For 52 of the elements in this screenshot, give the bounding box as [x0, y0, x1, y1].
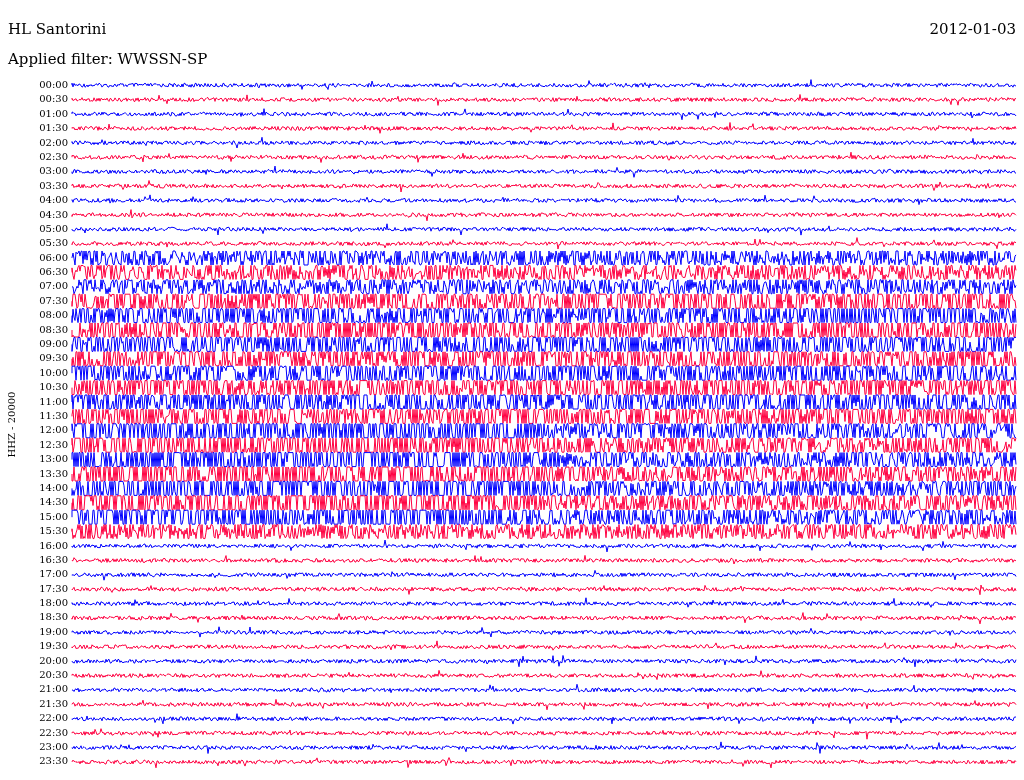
time-label: 21:30	[38, 696, 68, 711]
filter-label: Applied filter: WWSSN-SP	[8, 50, 208, 68]
time-label: 20:30	[38, 668, 68, 682]
time-label: 06:30	[38, 265, 68, 280]
time-label: 08:30	[38, 322, 68, 337]
time-label: 11:00	[38, 394, 68, 409]
time-label: 11:30	[38, 409, 68, 423]
time-label: 02:00	[38, 135, 68, 150]
time-label: 07:00	[38, 279, 68, 294]
time-label: 10:30	[38, 380, 68, 395]
axis-label: HHZ - 20000	[6, 391, 18, 457]
time-label: 12:00	[38, 423, 68, 438]
time-label: 21:00	[38, 682, 68, 697]
time-label: 02:30	[38, 149, 68, 164]
time-label: 22:00	[38, 711, 68, 726]
time-label: 00:00	[38, 78, 68, 92]
time-label: 01:30	[38, 121, 68, 136]
time-label: 06:00	[38, 250, 68, 265]
time-label: 04:30	[38, 207, 68, 222]
time-label: 09:00	[38, 337, 68, 352]
time-label: 17:30	[38, 581, 68, 596]
time-label: 22:30	[38, 725, 68, 740]
time-label: 19:00	[38, 624, 68, 639]
time-label: 10:00	[38, 365, 68, 380]
time-label: 05:30	[38, 236, 68, 251]
time-label: 05:00	[38, 221, 68, 236]
time-label: 13:00	[38, 452, 68, 467]
time-label: 13:30	[38, 466, 68, 481]
time-label: 09:30	[38, 351, 68, 366]
date-label: 2012-01-03	[929, 20, 1016, 40]
time-label: 18:30	[38, 610, 68, 625]
time-label: 03:30	[38, 178, 68, 193]
time-label: 16:00	[38, 538, 68, 553]
time-label: 23:00	[38, 739, 68, 754]
time-label: 04:00	[38, 193, 68, 208]
time-label: 20:00	[38, 653, 68, 668]
time-label: 23:30	[38, 754, 68, 769]
time-label: 03:00	[38, 164, 68, 179]
time-label: 07:30	[38, 293, 68, 308]
time-label: 00:30	[38, 92, 68, 107]
time-label: 15:00	[38, 509, 68, 524]
station-title: HL Santorini	[8, 20, 107, 40]
time-label: 14:30	[38, 495, 68, 510]
time-label: 12:30	[38, 437, 68, 452]
time-label: 18:00	[38, 596, 68, 611]
time-label: 19:30	[38, 639, 68, 654]
time-label: 14:00	[38, 480, 68, 495]
time-label: 01:00	[38, 106, 68, 121]
time-label: 17:00	[38, 567, 68, 582]
time-label: 16:30	[38, 552, 68, 567]
time-label: 08:00	[38, 308, 68, 323]
time-label: 15:30	[38, 524, 68, 539]
